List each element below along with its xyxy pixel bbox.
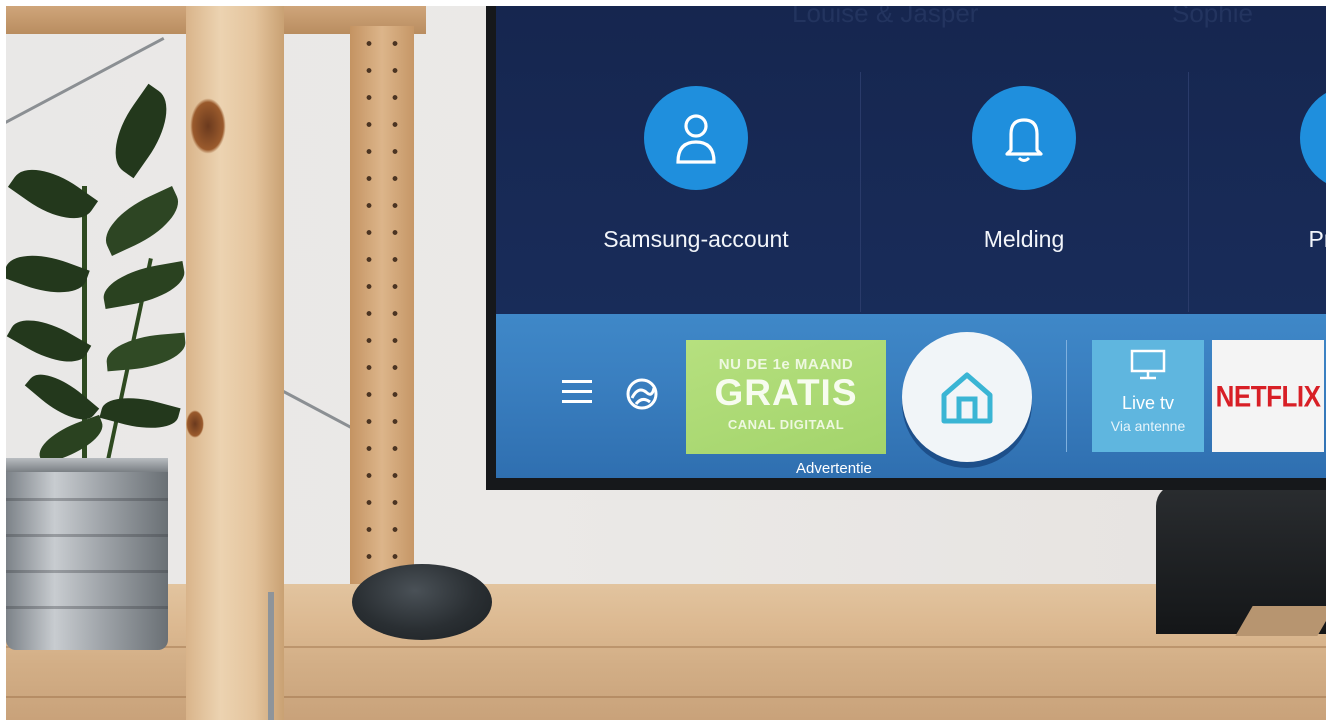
ad-caption: Advertentie xyxy=(796,460,872,477)
tv-screen: Louise & Jasper Sophie Samsung-account M… xyxy=(496,6,1326,478)
tv-icon xyxy=(1130,349,1166,380)
tv-frame: Louise & Jasper Sophie Samsung-account M… xyxy=(486,6,1326,490)
smart-hub-launcher: NU DE 1e MAAND GRATIS CANAL DIGITAAL Adv… xyxy=(496,314,1326,478)
netflix-logo: NETFLIX xyxy=(1215,378,1321,413)
live-tv-sublabel: Via antenne xyxy=(1110,418,1186,434)
bell-icon xyxy=(972,86,1076,190)
ad-promo-line: NU DE 1e MAAND xyxy=(718,356,854,373)
hamburger-menu-icon[interactable] xyxy=(562,380,592,410)
advertisement-tile[interactable]: NU DE 1e MAAND GRATIS CANAL DIGITAAL xyxy=(686,340,886,454)
tile-label: Melding xyxy=(983,226,1065,252)
metal-plant-pot xyxy=(6,458,168,650)
profile-name: Louise & Jasper xyxy=(792,6,979,28)
shelf-metal-edge xyxy=(268,592,274,720)
profile-name: Sophie xyxy=(1172,6,1253,28)
pegboard-post xyxy=(350,26,414,596)
settings-tile-samsung-account[interactable]: Samsung-account xyxy=(566,86,826,253)
photo-scene: Louise & Jasper Sophie Samsung-account M… xyxy=(6,6,1326,720)
shield-icon xyxy=(1300,86,1326,190)
netflix-app-tile[interactable]: NETFLIX xyxy=(1212,340,1324,452)
settings-tile-privacy[interactable]: Privacyv xyxy=(1222,86,1326,253)
home-button[interactable] xyxy=(902,332,1032,462)
ad-brand: CANAL DIGITAAL xyxy=(727,417,845,432)
tile-label: Samsung-account xyxy=(603,226,789,252)
live-tv-tile[interactable]: Live tv Via antenne xyxy=(1092,340,1204,452)
ambient-mode-icon[interactable] xyxy=(624,376,660,412)
tile-label: Privacyv xyxy=(1308,226,1326,252)
person-icon xyxy=(644,86,748,190)
home-icon xyxy=(941,372,993,424)
smart-speaker xyxy=(352,564,492,640)
settings-tile-notifications[interactable]: Melding xyxy=(894,86,1154,253)
ad-headline: GRATIS xyxy=(714,372,858,413)
live-tv-label: Live tv xyxy=(1121,393,1175,413)
